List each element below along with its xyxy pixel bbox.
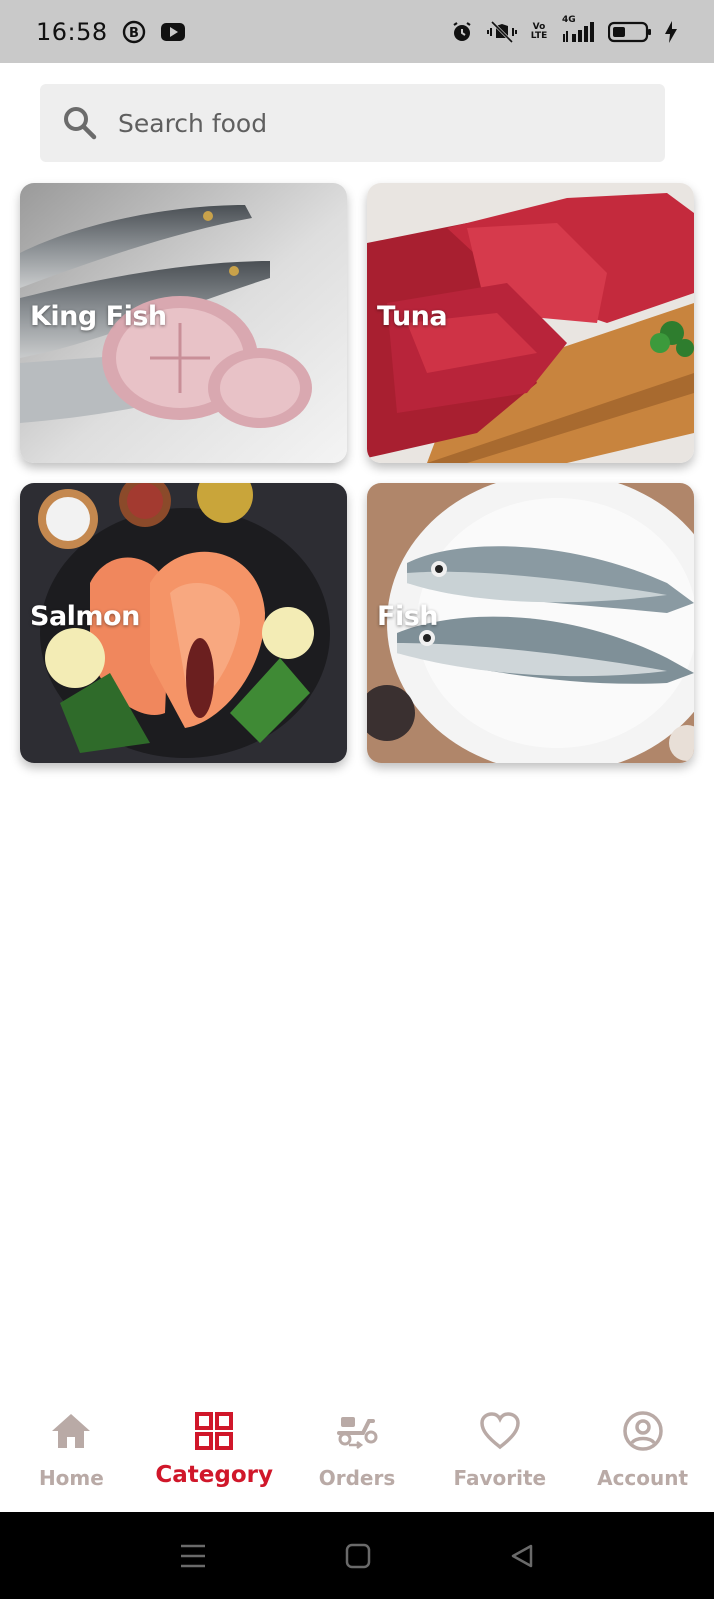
nav-label: Favorite xyxy=(453,1466,547,1490)
search-box[interactable] xyxy=(40,84,665,162)
status-right: Vo LTE 4G xyxy=(450,15,678,44)
mute-vibrate-icon xyxy=(486,20,518,44)
category-grid: King Fish Tuna Salmon Fish xyxy=(20,183,694,763)
nav-label: Category xyxy=(155,1462,273,1488)
battery-icon xyxy=(608,21,652,43)
charging-icon xyxy=(664,20,678,44)
status-left: 16:58 B xyxy=(36,18,186,46)
status-bar: 16:58 B Vo LTE 4G xyxy=(0,0,714,63)
home-icon xyxy=(50,1408,92,1454)
status-time: 16:58 xyxy=(36,17,108,46)
nav-label: Home xyxy=(38,1466,104,1490)
nav-item-favorite[interactable]: Favorite xyxy=(430,1408,570,1490)
search-input[interactable] xyxy=(118,108,618,138)
b-circle-icon: B xyxy=(122,20,146,44)
category-card-king-fish[interactable]: King Fish xyxy=(20,183,347,463)
category-label: Salmon xyxy=(30,601,140,632)
nav-label: Orders xyxy=(318,1466,396,1490)
nav-item-home[interactable]: Home xyxy=(1,1408,141,1490)
category-card-salmon[interactable]: Salmon xyxy=(20,483,347,763)
signal-icon: 4G xyxy=(560,15,596,44)
youtube-icon xyxy=(160,22,186,42)
category-label: Fish xyxy=(377,601,439,632)
account-icon xyxy=(622,1408,664,1454)
heart-icon xyxy=(479,1408,521,1454)
nav-item-orders[interactable]: Orders xyxy=(287,1408,427,1490)
search-icon xyxy=(62,105,98,141)
svg-text:B: B xyxy=(129,26,139,41)
nav-item-account[interactable]: Account xyxy=(573,1408,713,1490)
alarm-icon xyxy=(450,20,474,44)
grid-icon xyxy=(194,1408,234,1454)
nav-item-category[interactable]: Category xyxy=(144,1408,284,1488)
system-nav-bar xyxy=(0,1512,714,1599)
category-card-tuna[interactable]: Tuna xyxy=(367,183,694,463)
volte-icon: Vo LTE xyxy=(530,21,548,41)
back-icon[interactable] xyxy=(509,1543,535,1569)
menu-icon[interactable] xyxy=(179,1543,207,1569)
category-card-fish[interactable]: Fish xyxy=(367,483,694,763)
bottom-nav: Home Category Orders Favorite Account xyxy=(0,1390,714,1512)
category-label: Tuna xyxy=(377,301,448,332)
home-square-icon[interactable] xyxy=(345,1543,371,1569)
category-label: King Fish xyxy=(30,301,167,332)
nav-label: Account xyxy=(597,1466,689,1490)
scooter-icon xyxy=(335,1408,379,1454)
